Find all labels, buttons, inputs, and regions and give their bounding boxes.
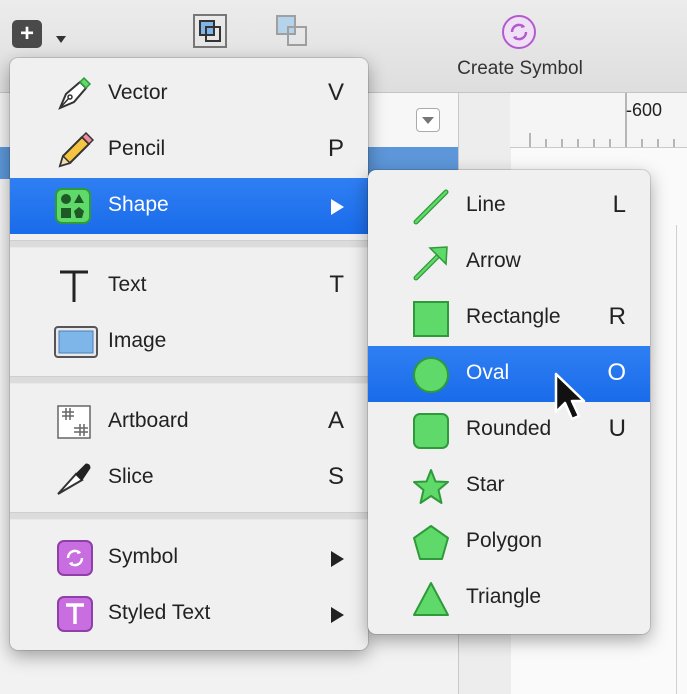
star-icon [412, 468, 450, 506]
menu-separator [10, 240, 368, 248]
submenu-item-polygon[interactable]: Polygon [368, 514, 650, 570]
menu-item-image[interactable]: Image [10, 314, 368, 370]
menu-item-label: Slice [108, 465, 154, 488]
menu-item-vector[interactable]: Vector V [10, 66, 368, 122]
menu-item-label: Vector [108, 81, 168, 104]
create-symbol-label[interactable]: Create Symbol [430, 58, 610, 80]
triangle-icon [412, 580, 450, 618]
submenu-item-star[interactable]: Star [368, 458, 650, 514]
menu-item-label: Oval [466, 361, 510, 384]
menu-item-symbol[interactable]: Symbol [10, 530, 368, 586]
shortcut-key: O [607, 359, 626, 386]
submenu-arrow-icon [331, 551, 344, 567]
line-icon [412, 188, 450, 226]
sidebar-dropdown-icon[interactable] [416, 108, 440, 132]
rounded-rectangle-icon [412, 412, 450, 450]
submenu-arrow-icon [331, 199, 344, 215]
menu-separator [10, 376, 368, 384]
polygon-icon [412, 524, 450, 562]
insert-dropdown-caret[interactable] [56, 36, 66, 43]
insert-button[interactable]: + [12, 20, 42, 48]
submenu-item-rounded[interactable]: Rounded U [368, 402, 650, 458]
submenu-item-line[interactable]: Line L [368, 178, 650, 234]
text-icon [54, 268, 94, 304]
menu-item-label: Text [108, 273, 147, 296]
mouse-cursor-icon [552, 372, 592, 424]
artboard-edge [676, 225, 677, 694]
shortcut-key: T [329, 271, 344, 298]
artboard-icon [54, 404, 94, 440]
shortcut-key: A [327, 407, 344, 434]
sidebar-header [366, 93, 458, 148]
menu-item-text[interactable]: Text T [10, 258, 368, 314]
shortcut-key: U [608, 415, 626, 442]
menu-item-label: Triangle [466, 585, 542, 608]
menu-item-slice[interactable]: Slice S [10, 450, 368, 506]
menu-item-label: Styled Text [108, 601, 211, 624]
shapes-icon [54, 188, 94, 224]
menu-item-label: Symbol [108, 545, 179, 568]
shortcut-key: P [327, 135, 344, 162]
pen-icon [54, 76, 94, 112]
ruler-label: -600 [626, 100, 663, 120]
layer-group-icon[interactable] [192, 13, 228, 49]
menu-item-styled-text[interactable]: Styled Text [10, 586, 368, 642]
menu-item-label: Image [108, 329, 167, 352]
shape-submenu: Line L Arrow Rectangle R Oval O Rounded … [368, 170, 650, 634]
arrow-icon [412, 244, 450, 282]
menu-item-shape[interactable]: Shape [10, 178, 368, 234]
layer-ungroup-icon[interactable] [274, 13, 310, 49]
menu-item-label: Pencil [108, 137, 166, 160]
oval-icon [412, 356, 450, 394]
menu-item-label: Artboard [108, 409, 189, 432]
rectangle-icon [412, 300, 450, 338]
submenu-arrow-icon [331, 607, 344, 623]
menu-separator [10, 512, 368, 520]
shortcut-key: S [327, 463, 344, 490]
menu-item-label: Line [466, 193, 506, 216]
menu-item-artboard[interactable]: Artboard A [10, 394, 368, 450]
menu-item-label: Shape [108, 193, 169, 216]
menu-item-pencil[interactable]: Pencil P [10, 122, 368, 178]
submenu-item-oval[interactable]: Oval O [368, 346, 650, 402]
menu-item-label: Star [466, 473, 505, 496]
shortcut-key: R [608, 303, 626, 330]
submenu-item-arrow[interactable]: Arrow [368, 234, 650, 290]
symbol-icon [54, 540, 94, 576]
submenu-item-rectangle[interactable]: Rectangle R [368, 290, 650, 346]
menu-item-label: Rectangle [466, 305, 561, 328]
shortcut-key: V [327, 79, 344, 106]
styled-text-icon [54, 596, 94, 632]
menu-item-label: Polygon [466, 529, 542, 552]
menu-item-label: Arrow [466, 249, 521, 272]
shortcut-key: L [612, 191, 626, 218]
create-symbol-icon[interactable] [501, 14, 537, 50]
slice-knife-icon [54, 460, 94, 496]
image-icon [54, 324, 98, 360]
insert-menu: Vector V Pencil P Shape Text T Image Art… [10, 58, 368, 650]
menu-item-label: Rounded [466, 417, 552, 440]
pencil-icon [54, 132, 94, 168]
submenu-item-triangle[interactable]: Triangle [368, 570, 650, 626]
